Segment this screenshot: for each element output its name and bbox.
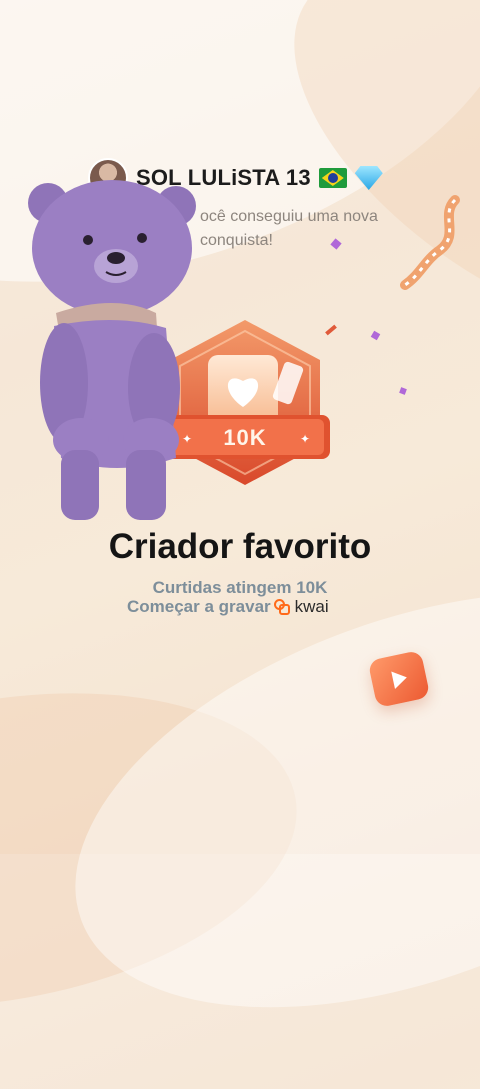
diamond-icon [354,166,383,190]
achievement-subtitle: Curtidas atingem 10K [152,578,328,597]
badge-value: 10K [223,425,267,450]
brand-name: kwai [294,597,329,616]
confetti-piece [370,330,381,341]
record-label: Começar a gravar [127,597,271,616]
svg-text:✦: ✦ [300,432,310,446]
film-ribbon-decoration [400,195,460,290]
purple-bear-sticker [28,180,196,520]
confetti-piece [399,387,407,395]
background-swoosh [0,650,322,1050]
kwai-logo-icon [273,598,291,616]
brazil-flag-icon [318,168,347,188]
play-button[interactable] [367,649,431,709]
achievement-message: ocê conseguiu uma nova conquista! [200,208,378,249]
record-cta[interactable]: Começar a gravar kwai [127,597,329,617]
achievement-title: Criador favorito [108,527,372,566]
